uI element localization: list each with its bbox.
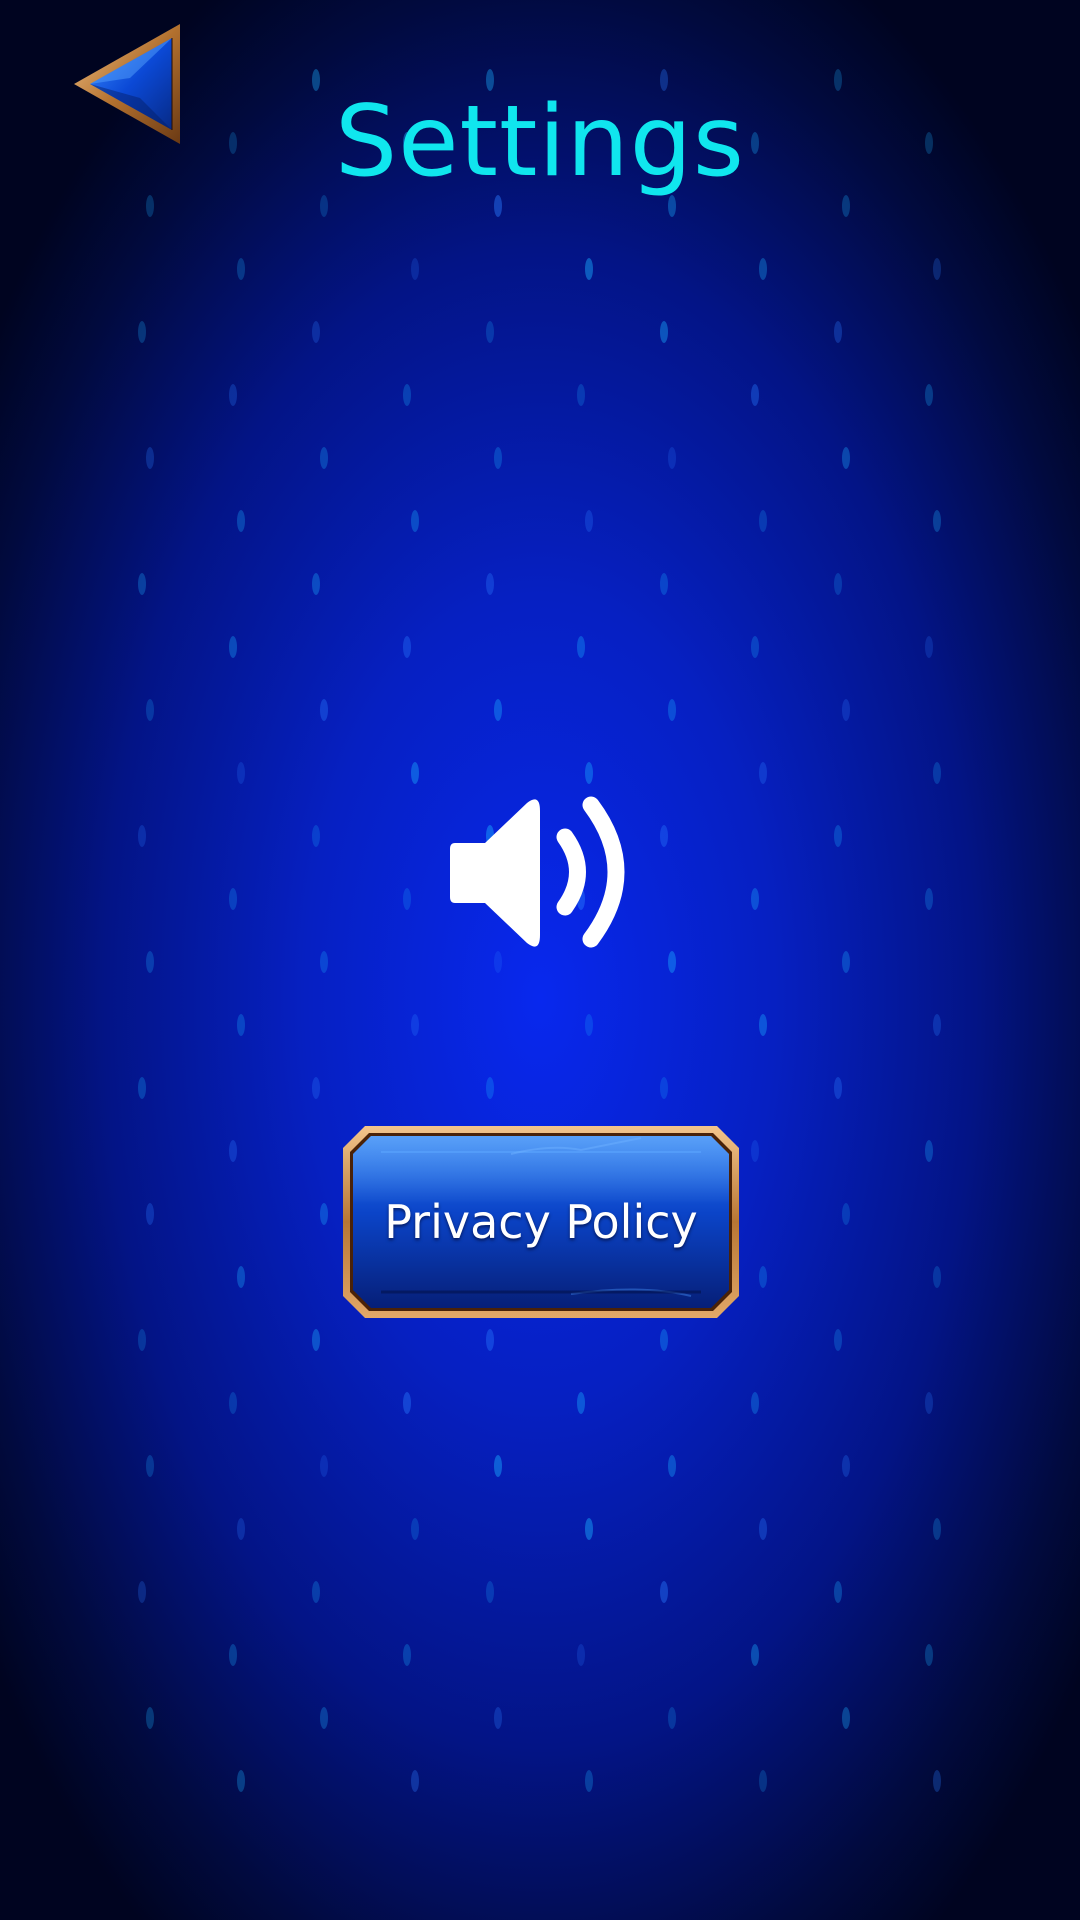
speaker-volume-icon	[450, 796, 625, 948]
page-title: Settings	[335, 85, 745, 199]
background-dot-pattern	[138, 69, 941, 1792]
privacy-policy-label: Privacy Policy	[384, 1195, 698, 1249]
privacy-policy-button[interactable]: Privacy Policy	[341, 1124, 741, 1320]
sound-toggle-button[interactable]	[445, 795, 635, 950]
